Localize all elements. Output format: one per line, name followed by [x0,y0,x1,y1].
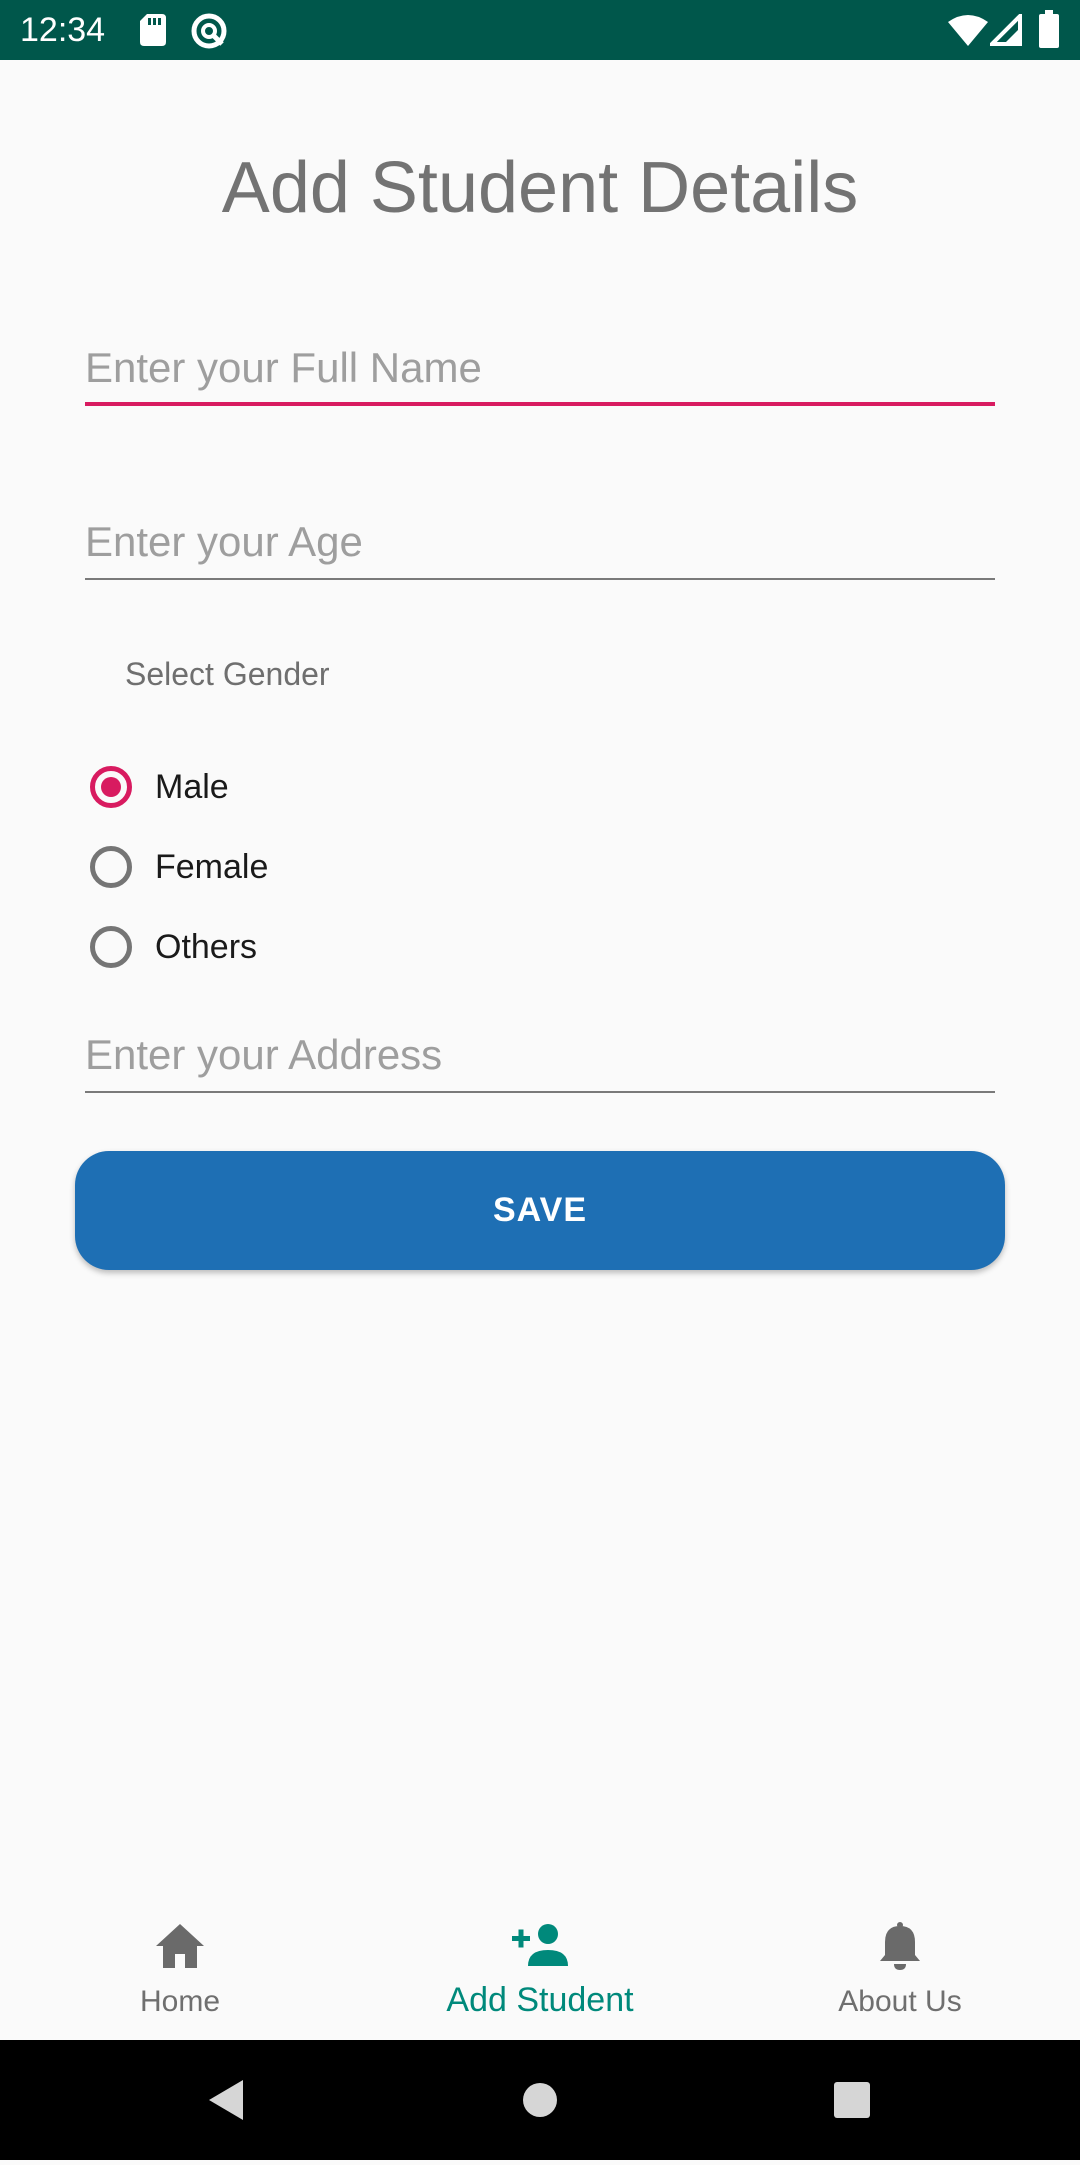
gender-label: Select Gender [125,656,330,692]
radio-label-others: Others [155,928,258,966]
radio-dot [101,777,121,797]
bottom-navigation: Home Add Student About Us [0,1900,1080,2040]
vpn-icon [190,12,228,55]
address-placeholder: Enter your Address [85,1031,443,1078]
nav-label-add-student: Add Student [446,1981,634,2019]
nav-item-add-student[interactable]: Add Student [360,1900,720,2040]
back-icon[interactable] [205,2040,245,2160]
full-name-field[interactable]: Enter your Full Name [85,326,995,406]
radio-others[interactable]: Others [85,916,485,986]
home-circle-icon[interactable] [522,2040,558,2160]
radio-female[interactable]: Female [85,836,485,906]
address-underline [85,1091,995,1093]
full-name-placeholder: Enter your Full Name [85,344,482,391]
nav-item-home[interactable]: Home [0,1900,360,2040]
home-icon [156,1924,204,1968]
radio-button[interactable] [90,926,132,968]
sd-card-icon [138,12,168,53]
full-name-underline [85,402,995,406]
nav-item-about-us[interactable]: About Us [720,1900,1080,2040]
nav-label-about-us: About Us [838,1985,962,2018]
status-bar: 12:34 [0,0,1080,60]
bell-icon [880,1922,920,1970]
save-button[interactable]: SAVE [75,1151,1005,1270]
radio-male[interactable]: Male [85,756,485,826]
system-navigation-bar [0,2040,1080,2160]
status-time: 12:34 [20,11,106,49]
battery-icon [1038,10,1060,53]
address-field[interactable]: Enter your Address [85,1013,995,1093]
recents-icon[interactable] [834,2040,870,2160]
wifi-icon [948,14,988,51]
signal-icon [987,11,1022,51]
age-placeholder: Enter your Age [85,518,363,565]
person-add-icon [512,1924,568,1966]
page-title: Add Student Details [221,148,859,228]
age-field[interactable]: Enter your Age [85,500,995,580]
radio-button-checked[interactable] [90,766,132,808]
radio-label-male: Male [155,768,229,806]
age-underline [85,578,995,580]
nav-label-home: Home [139,1985,221,2018]
radio-label-female: Female [155,848,269,886]
radio-button[interactable] [90,846,132,888]
